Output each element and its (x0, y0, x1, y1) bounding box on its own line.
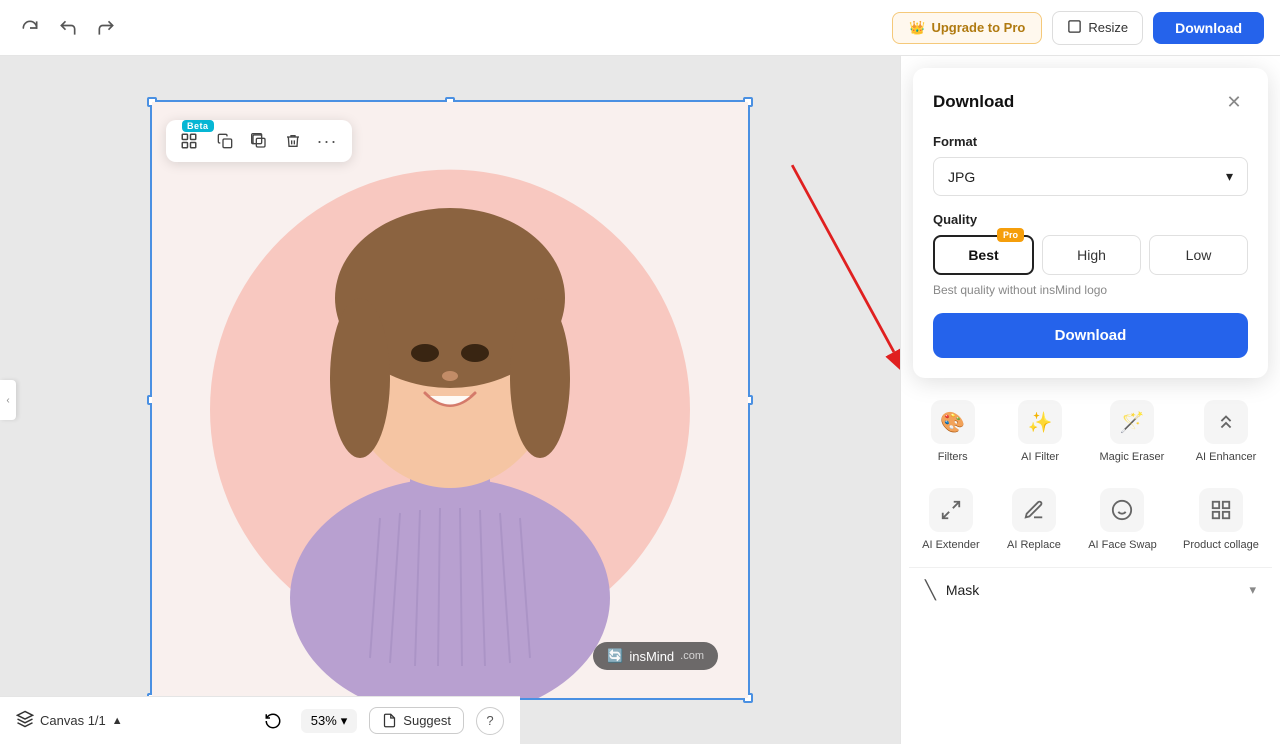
product-collage-label: Product collage (1183, 538, 1259, 552)
quality-best-button[interactable]: Pro Best (933, 235, 1034, 275)
chevron-down-icon: ▾ (341, 713, 348, 729)
beta-badge: Beta (182, 120, 214, 132)
tools-row-2: AI Extender AI Replace (909, 478, 1272, 562)
zoom-control: 53% ▾ (301, 709, 358, 733)
mask-expand-icon: ▾ (1249, 582, 1256, 598)
quality-options: Pro Best High Low (933, 235, 1248, 275)
tool-ai-filter[interactable]: ✨ AI Filter (1004, 390, 1076, 474)
format-chevron-icon: ▾ (1226, 168, 1233, 185)
left-collapse-arrow[interactable]: ‹ (0, 380, 16, 420)
sync-icon[interactable] (16, 14, 44, 42)
refresh-button[interactable] (257, 705, 289, 737)
download-panel-title: Download (933, 92, 1014, 112)
canvas-area: ‹ (0, 56, 900, 744)
ai-extender-label: AI Extender (922, 538, 979, 552)
topbar-left (16, 14, 120, 42)
tool-product-collage[interactable]: Product collage (1175, 478, 1267, 562)
duplicate-tool-button[interactable] (244, 126, 274, 156)
canvas-frame[interactable]: 🔄 insMind .com Beta (150, 100, 750, 700)
redo-icon[interactable] (92, 14, 120, 42)
layers-button[interactable]: Canvas 1/1 ▲ (16, 710, 123, 731)
quality-note: Best quality without insMind logo (933, 283, 1248, 297)
ai-face-swap-icon (1100, 488, 1144, 532)
chevron-up-icon: ▲ (112, 715, 123, 727)
tool-magic-eraser[interactable]: 🪄 Magic Eraser (1092, 390, 1173, 474)
download-panel-close-button[interactable]: ✕ (1220, 88, 1248, 116)
undo-icon[interactable] (54, 14, 82, 42)
mask-section[interactable]: ╲ Mask ▾ (909, 567, 1272, 613)
tool-filters[interactable]: 🎨 Filters (917, 390, 989, 474)
download-panel: Download ✕ Format JPG ▾ Quality Pro Best… (913, 68, 1268, 378)
resize-icon (1067, 19, 1082, 37)
format-value: JPG (948, 169, 975, 185)
upgrade-label: Upgrade to Pro (931, 20, 1025, 35)
suggest-label: Suggest (403, 713, 451, 728)
ai-face-swap-label: AI Face Swap (1088, 538, 1156, 552)
watermark: 🔄 insMind .com (593, 642, 718, 670)
mask-label: Mask (946, 582, 979, 598)
watermark-dot: .com (680, 650, 704, 662)
layers-icon (16, 710, 34, 731)
canvas-image: 🔄 insMind .com (152, 102, 748, 698)
ai-replace-icon (1012, 488, 1056, 532)
tool-ai-replace[interactable]: AI Replace (998, 478, 1070, 562)
resize-label: Resize (1088, 20, 1128, 35)
quality-low-button[interactable]: Low (1149, 235, 1248, 275)
ai-tool-button[interactable]: Beta (176, 126, 206, 156)
magic-eraser-label: Magic Eraser (1100, 450, 1165, 464)
topbar-right: 👑 Upgrade to Pro Resize Download (892, 11, 1264, 45)
quality-high-button[interactable]: High (1042, 235, 1141, 275)
sidebar: Download ✕ Format JPG ▾ Quality Pro Best… (900, 56, 1280, 744)
help-icon: ? (486, 713, 493, 728)
mask-left: ╲ Mask (925, 580, 979, 601)
main: ‹ (0, 56, 1280, 744)
ai-filter-icon: ✨ (1018, 400, 1062, 444)
quality-label: Quality (933, 212, 1248, 227)
tools-row-1: 🎨 Filters ✨ AI Filter 🪄 Magic Eraser (909, 390, 1272, 474)
zoom-value: 53% (311, 713, 337, 728)
mask-icon: ╲ (925, 580, 936, 601)
tool-ai-face-swap[interactable]: AI Face Swap (1080, 478, 1164, 562)
watermark-text: insMind (629, 649, 674, 664)
delete-tool-button[interactable] (278, 126, 308, 156)
canvas-label: Canvas 1/1 (40, 713, 106, 728)
pro-badge: Pro (997, 228, 1024, 242)
ai-replace-label: AI Replace (1007, 538, 1061, 552)
product-collage-icon (1199, 488, 1243, 532)
tool-ai-enhancer[interactable]: AI Enhancer (1188, 390, 1265, 474)
ai-enhancer-icon (1204, 400, 1248, 444)
tools-section: 🎨 Filters ✨ AI Filter 🪄 Magic Eraser (901, 390, 1280, 744)
filters-icon: 🎨 (931, 400, 975, 444)
tool-ai-extender[interactable]: AI Extender (914, 478, 987, 562)
ai-extender-icon (929, 488, 973, 532)
canvas-toolbar: Beta (166, 120, 352, 162)
ai-enhancer-label: AI Enhancer (1196, 450, 1257, 464)
quality-section: Quality Pro Best High Low Best quality w… (933, 212, 1248, 297)
zoom-button[interactable]: 53% ▾ (301, 709, 358, 733)
resize-button[interactable]: Resize (1052, 11, 1143, 45)
more-tool-button[interactable]: ··· (312, 126, 342, 156)
download-main-button[interactable]: Download (933, 313, 1248, 358)
filters-label: Filters (938, 450, 968, 464)
person-image (260, 118, 640, 698)
format-label: Format (933, 134, 1248, 149)
download-panel-header: Download ✕ (933, 88, 1248, 116)
magic-eraser-icon: 🪄 (1110, 400, 1154, 444)
bottombar: Canvas 1/1 ▲ 53% ▾ (0, 696, 520, 744)
upgrade-button[interactable]: 👑 Upgrade to Pro (892, 12, 1042, 44)
ai-filter-label: AI Filter (1021, 450, 1059, 464)
topbar: 👑 Upgrade to Pro Resize Download (0, 0, 1280, 56)
format-select[interactable]: JPG ▾ (933, 157, 1248, 196)
help-button[interactable]: ? (476, 707, 504, 735)
download-top-button[interactable]: Download (1153, 12, 1264, 44)
watermark-icon: 🔄 (607, 648, 623, 664)
crown-icon: 👑 (909, 20, 925, 36)
copy-tool-button[interactable] (210, 126, 240, 156)
suggest-button[interactable]: Suggest (369, 707, 464, 734)
